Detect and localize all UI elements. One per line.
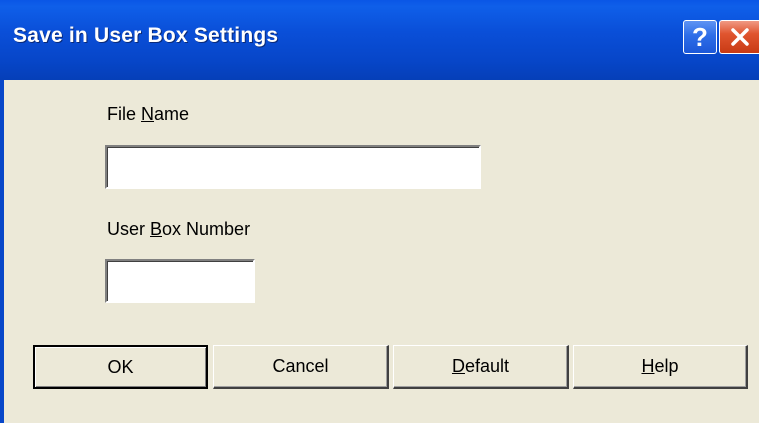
question-mark-glyph: ? bbox=[692, 21, 708, 52]
dialog-title: Save in User Box Settings bbox=[13, 24, 279, 47]
user-box-number-label: User Box Number bbox=[107, 219, 251, 239]
file-name-label: File Name bbox=[107, 104, 190, 124]
title-bar[interactable]: Save in User Box Settings ? bbox=[0, 0, 759, 80]
ok-button-label: OK bbox=[107, 356, 134, 377]
close-icon bbox=[730, 28, 749, 46]
default-button-label: Default bbox=[451, 356, 510, 376]
help-button-label: Help bbox=[641, 356, 679, 376]
default-button[interactable]: Default bbox=[393, 345, 569, 389]
help-question-icon[interactable]: ? bbox=[683, 20, 717, 54]
dialog-window: Save in User Box Settings ? File Name Us… bbox=[0, 0, 759, 423]
cancel-button[interactable]: Cancel bbox=[213, 345, 389, 389]
help-button[interactable]: Help bbox=[573, 345, 748, 389]
user-box-number-input[interactable] bbox=[105, 259, 255, 303]
file-name-input[interactable] bbox=[105, 145, 481, 189]
ok-button[interactable]: OK bbox=[33, 345, 208, 389]
window-left-border bbox=[0, 80, 4, 423]
cancel-button-label: Cancel bbox=[272, 356, 329, 376]
close-button[interactable] bbox=[719, 20, 759, 54]
